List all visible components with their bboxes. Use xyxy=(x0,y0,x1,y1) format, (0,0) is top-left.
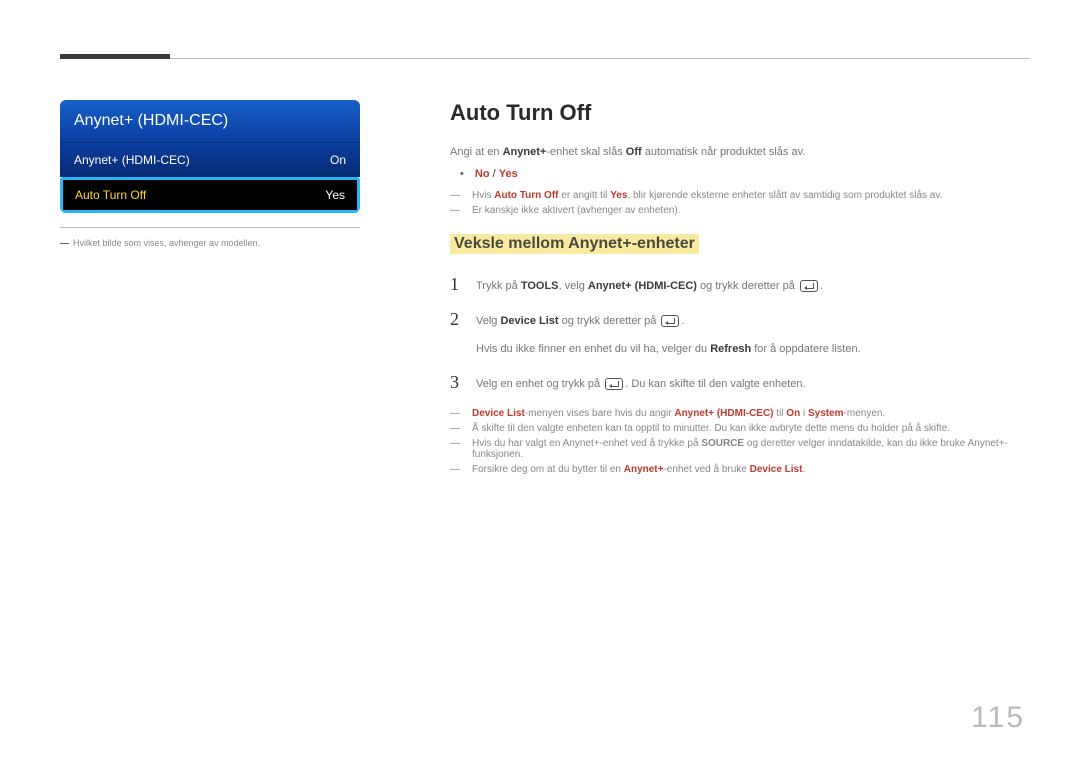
t: Velg xyxy=(476,315,500,327)
t: Velg en enhet og trykk på xyxy=(476,378,603,390)
footnote: ― Er kanskje ikke aktivert (avhenger av … xyxy=(450,205,1030,216)
tools-label: TOOLS xyxy=(521,280,559,292)
anynet-label: Anynet+ xyxy=(503,146,547,158)
image-caption: ― Hvilket bilde som vises, avhenger av mo… xyxy=(60,238,360,248)
caption-text: Hvilket bilde som vises, avhenger av mod… xyxy=(73,238,260,248)
enter-icon xyxy=(661,315,679,327)
step-body: Trykk på TOOLS, velg Anynet+ (HDMI-CEC) … xyxy=(476,274,823,296)
note-text: Å skifte til den valgte enheten kan ta o… xyxy=(472,423,1030,434)
source-label: SOURCE xyxy=(701,438,744,449)
t: i xyxy=(800,408,808,419)
footnote: ― Forsikre deg om at du bytter til en An… xyxy=(450,464,1030,475)
off-label: Off xyxy=(626,146,642,158)
yes-label: Yes xyxy=(610,190,627,201)
option-bullet: • No / Yes xyxy=(460,168,1030,180)
t: for å oppdatere listen. xyxy=(751,343,860,355)
note-dash: ― xyxy=(450,205,472,216)
note-dash: ― xyxy=(450,190,472,201)
step-number: 2 xyxy=(450,309,476,330)
device-list-label: Device List xyxy=(500,315,558,327)
enter-icon xyxy=(800,280,818,292)
device-list-label: Device List xyxy=(472,408,525,419)
bullet-dot: • xyxy=(460,168,464,180)
note-text: Forsikre deg om at du bytter til en Anyn… xyxy=(472,464,1030,475)
osd-menu-row-anynet[interactable]: Anynet+ (HDMI-CEC) On xyxy=(60,143,360,177)
note-dash: ― xyxy=(450,423,472,434)
numbered-step: 3 Velg en enhet og trykk på . Du kan ski… xyxy=(450,372,1030,394)
footnote: ― Device List-menyen vises bare hvis du … xyxy=(450,408,1030,419)
enter-icon xyxy=(605,378,623,390)
osd-menu-title: Anynet+ (HDMI-CEC) xyxy=(60,100,360,143)
step-number: 1 xyxy=(450,274,476,295)
refresh-label: Refresh xyxy=(710,343,751,355)
note-dash: ― xyxy=(450,464,472,475)
anynet-label: Anynet+ (HDMI-CEC) xyxy=(588,280,697,292)
page-number: 115 xyxy=(971,701,1025,735)
subsection-heading: Veksle mellom Anynet+-enheter xyxy=(450,234,699,254)
caption-dash: ― xyxy=(60,238,69,248)
step-body: Velg Device List og trykk deretter på . … xyxy=(476,309,861,358)
option-yes: Yes xyxy=(499,168,518,180)
option-sep: / xyxy=(490,168,499,180)
t: Trykk på xyxy=(476,280,521,292)
t: Hvis du har valgt en Anynet+-enhet ved å… xyxy=(472,438,701,449)
t: automatisk når produktet slås av. xyxy=(642,146,806,158)
t: -menyen vises bare hvis du angir xyxy=(525,408,675,419)
anynet-label: Anynet+ xyxy=(624,464,664,475)
footnote: ― Hvis Auto Turn Off er angitt til Yes, … xyxy=(450,190,1030,201)
numbered-step: 1 Trykk på TOOLS, velg Anynet+ (HDMI-CEC… xyxy=(450,274,1030,296)
t: Forsikre deg om at du bytter til en xyxy=(472,464,624,475)
t: Angi at en xyxy=(450,146,503,158)
step-body: Velg en enhet og trykk på . Du kan skift… xyxy=(476,372,806,394)
t: er angitt til xyxy=(558,190,610,201)
note-text: Hvis du har valgt en Anynet+-enhet ved å… xyxy=(472,438,1030,460)
osd-row-label: Auto Turn Off xyxy=(75,188,146,202)
t: . Du kan skifte til den valgte enheten. xyxy=(625,378,805,390)
osd-row-label: Anynet+ (HDMI-CEC) xyxy=(74,153,190,167)
t: til xyxy=(774,408,787,419)
t: og trykk deretter på xyxy=(559,315,660,327)
t: -menyen. xyxy=(844,408,886,419)
osd-row-value: Yes xyxy=(325,188,345,202)
right-column: Auto Turn Off Angi at en Anynet+-enhet s… xyxy=(450,100,1030,479)
note-text: Hvis Auto Turn Off er angitt til Yes, bl… xyxy=(472,190,1030,201)
section-heading: Auto Turn Off xyxy=(450,100,1030,126)
on-label: On xyxy=(786,408,800,419)
option-no: No xyxy=(475,168,490,180)
ato-label: Auto Turn Off xyxy=(494,190,558,201)
footnote: ― Å skifte til den valgte enheten kan ta… xyxy=(450,423,1030,434)
t: -enhet skal slås xyxy=(546,146,625,158)
device-list-label: Device List xyxy=(750,464,803,475)
t: -enhet ved å bruke xyxy=(663,464,749,475)
footnote: ― Hvis du har valgt en Anynet+-enhet ved… xyxy=(450,438,1030,460)
note-dash: ― xyxy=(450,408,472,419)
page-top-rule xyxy=(60,58,1030,61)
t: Hvis du ikke finner en enhet du vil ha, … xyxy=(476,343,710,355)
note-text: Er kanskje ikke aktivert (avhenger av en… xyxy=(472,205,1030,216)
numbered-step: 2 Velg Device List og trykk deretter på … xyxy=(450,309,1030,358)
left-column: Anynet+ (HDMI-CEC) Anynet+ (HDMI-CEC) On… xyxy=(60,100,360,248)
t: og trykk deretter på xyxy=(697,280,798,292)
note-dash: ― xyxy=(450,438,472,460)
t: Hvis xyxy=(472,190,494,201)
anynet-label: Anynet+ (HDMI-CEC) xyxy=(674,408,773,419)
t: , velg xyxy=(559,280,588,292)
note-text: Device List-menyen vises bare hvis du an… xyxy=(472,408,1030,419)
step-number: 3 xyxy=(450,372,476,393)
system-label: System xyxy=(808,408,844,419)
osd-menu: Anynet+ (HDMI-CEC) Anynet+ (HDMI-CEC) On… xyxy=(60,100,360,213)
divider xyxy=(60,227,360,228)
osd-row-value: On xyxy=(330,153,346,167)
osd-menu-row-auto-turn-off[interactable]: Auto Turn Off Yes xyxy=(60,177,360,213)
t: , blir kjørende eksterne enheter slått a… xyxy=(627,190,942,201)
intro-line: Angi at en Anynet+-enhet skal slås Off a… xyxy=(450,144,1030,162)
t: . xyxy=(802,464,805,475)
